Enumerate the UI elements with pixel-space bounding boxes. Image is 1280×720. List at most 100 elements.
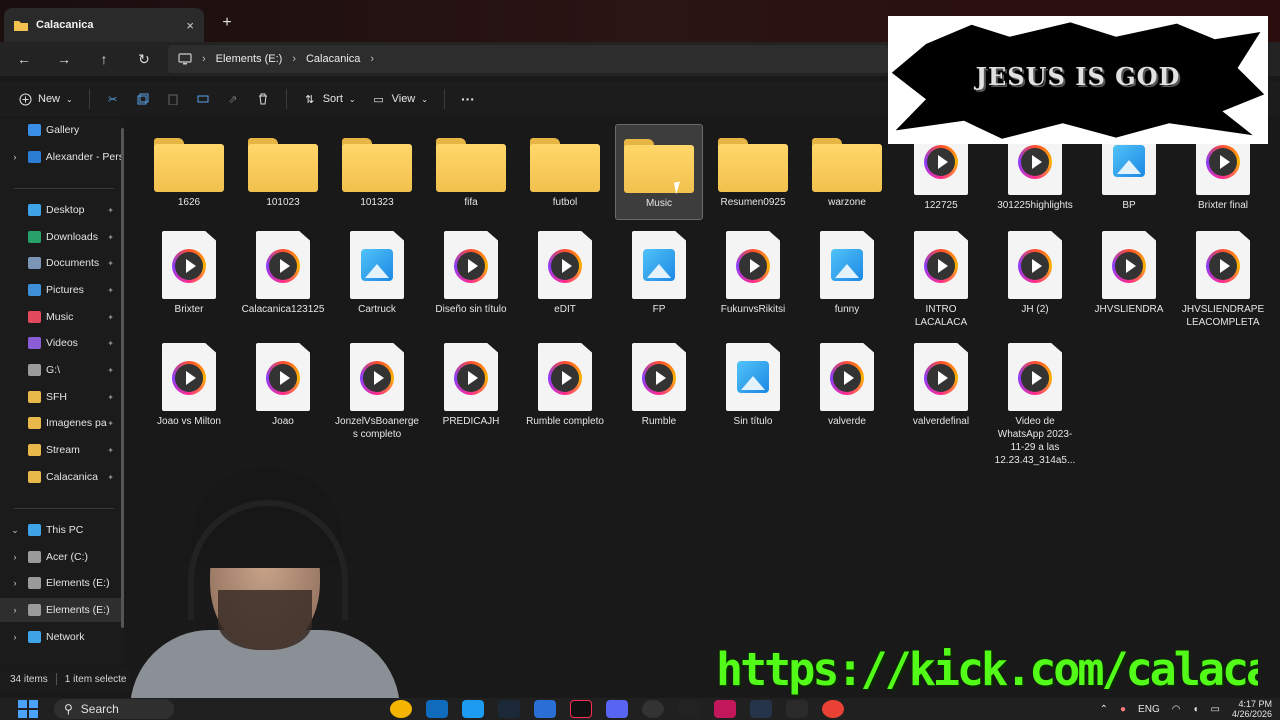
- address-bar[interactable]: › Elements (E:) › Calacanica ›: [168, 45, 888, 73]
- file-item[interactable]: JH (2): [991, 228, 1079, 316]
- breadcrumb-calacanica[interactable]: Calacanica: [306, 53, 360, 65]
- refresh-button[interactable]: ↻: [124, 44, 164, 74]
- file-item[interactable]: Diseño sin título: [427, 228, 515, 316]
- sidebar-item[interactable]: Imagenes pa ✦: [0, 411, 124, 435]
- share-button[interactable]: ⇗: [218, 85, 248, 113]
- forward-button[interactable]: →: [44, 44, 84, 74]
- file-item[interactable]: FP: [615, 228, 703, 316]
- sidebar-item[interactable]: › Alexander - Pers: [0, 145, 124, 169]
- clock[interactable]: 4:17 PM 4/26/2026: [1232, 699, 1272, 719]
- folder-item[interactable]: warzone: [803, 124, 891, 220]
- file-item[interactable]: Calacanica123125: [239, 228, 327, 316]
- chevron-up-icon[interactable]: ⌃: [1100, 704, 1108, 715]
- app-icon[interactable]: [534, 700, 556, 718]
- folder-item[interactable]: Music: [615, 124, 703, 220]
- sidebar-item[interactable]: Downloads ✦: [0, 225, 124, 249]
- folder-item[interactable]: 101023: [239, 124, 327, 220]
- sidebar-item[interactable]: Stream ✦: [0, 438, 124, 462]
- epic-games-icon[interactable]: [678, 700, 700, 718]
- file-item[interactable]: PREDICAJH: [427, 340, 515, 428]
- notion-icon[interactable]: [786, 700, 808, 718]
- sidebar-item[interactable]: Documents ✦: [0, 251, 124, 275]
- file-item[interactable]: Joao: [239, 340, 327, 428]
- folder-item[interactable]: fifa: [427, 124, 515, 220]
- sidebar-item[interactable]: › Elements (E:): [0, 598, 124, 622]
- rename-button[interactable]: [188, 85, 218, 113]
- file-item[interactable]: JHVSLIENDRA: [1085, 228, 1173, 316]
- file-item[interactable]: INTRO LACALACA: [897, 228, 985, 329]
- sidebar-item[interactable]: › Elements (E:): [0, 571, 124, 595]
- chevron-icon[interactable]: ›: [8, 605, 22, 615]
- chevron-icon[interactable]: ›: [8, 552, 22, 562]
- file-name: Video de WhatsApp 2023-11-29 a las 12.23…: [994, 416, 1076, 466]
- file-item[interactable]: valverdefinal: [897, 340, 985, 428]
- breadcrumb-elements[interactable]: Elements (E:): [216, 53, 283, 65]
- breadcrumb-separator[interactable]: ›: [370, 53, 374, 65]
- file-item[interactable]: Joao vs Milton: [145, 340, 233, 428]
- tab-calacanica[interactable]: Calacanica ×: [4, 8, 204, 42]
- file-item[interactable]: Sin título: [709, 340, 797, 428]
- discord-icon[interactable]: [606, 700, 628, 718]
- folder-item[interactable]: Resumen0925: [709, 124, 797, 220]
- sidebar-item[interactable]: Gallery: [0, 118, 124, 142]
- file-item[interactable]: valverde: [803, 340, 891, 428]
- folder-item[interactable]: 1626: [145, 124, 233, 220]
- cut-button[interactable]: ✂: [98, 85, 128, 113]
- folder-item[interactable]: futbol: [521, 124, 609, 220]
- sidebar-item[interactable]: Music ✦: [0, 305, 124, 329]
- sidebar-item[interactable]: SFH ✦: [0, 385, 124, 409]
- microphone-icon[interactable]: ●: [1120, 704, 1126, 715]
- up-button[interactable]: ↑: [84, 44, 124, 74]
- sidebar-item[interactable]: › Network: [0, 625, 124, 649]
- obs-icon[interactable]: [642, 700, 664, 718]
- folder-item[interactable]: 101323: [333, 124, 421, 220]
- sort-button[interactable]: ⇅ Sort ⌄: [295, 85, 364, 113]
- paste-button[interactable]: [158, 85, 188, 113]
- back-button[interactable]: ←: [4, 44, 44, 74]
- chevron-icon[interactable]: ›: [8, 152, 22, 162]
- app-icon[interactable]: [714, 700, 736, 718]
- file-item[interactable]: JHVSLIENDRAPELEACOMPLETA: [1179, 228, 1267, 329]
- sidebar-item[interactable]: Pictures ✦: [0, 278, 124, 302]
- file-item[interactable]: Rumble completo: [521, 340, 609, 428]
- copy-button[interactable]: [128, 85, 158, 113]
- amazon-music-icon[interactable]: [750, 700, 772, 718]
- new-tab-button[interactable]: +: [219, 14, 235, 34]
- file-item[interactable]: JonzelVsBoanerges completo: [333, 340, 421, 441]
- chrome-icon[interactable]: [822, 700, 844, 718]
- chevron-icon[interactable]: ›: [8, 632, 22, 642]
- sidebar-item[interactable]: Desktop ✦: [0, 198, 124, 222]
- store-icon[interactable]: [426, 700, 448, 718]
- file-item[interactable]: Brixter: [145, 228, 233, 316]
- battery-icon[interactable]: ▭: [1211, 704, 1220, 715]
- wifi-icon[interactable]: ◠: [1172, 704, 1181, 715]
- file-item[interactable]: Video de WhatsApp 2023-11-29 a las 12.23…: [991, 340, 1079, 467]
- sidebar-item[interactable]: Calacanica ✦: [0, 465, 124, 489]
- file-item[interactable]: Rumble: [615, 340, 703, 428]
- file-item[interactable]: eDIT: [521, 228, 609, 316]
- steam-icon[interactable]: [498, 700, 520, 718]
- video-file-icon: [914, 231, 968, 299]
- chevron-icon[interactable]: ›: [8, 578, 22, 588]
- sidebar-scrollbar[interactable]: [121, 128, 124, 628]
- chrome-icon[interactable]: [390, 700, 412, 718]
- more-options-button[interactable]: ···: [453, 85, 483, 113]
- file-item[interactable]: funny: [803, 228, 891, 316]
- sidebar-item[interactable]: › Acer (C:): [0, 545, 124, 569]
- sidebar-item[interactable]: Videos ✦: [0, 331, 124, 355]
- file-item[interactable]: FukunvsRikitsi: [709, 228, 797, 316]
- delete-button[interactable]: [248, 85, 278, 113]
- sidebar-item[interactable]: ⌄ This PC: [0, 518, 124, 542]
- chevron-icon[interactable]: ⌄: [8, 525, 22, 536]
- sidebar-item[interactable]: G:\ ✦: [0, 358, 124, 382]
- tiktok-icon[interactable]: [570, 700, 592, 718]
- start-button[interactable]: [18, 700, 38, 718]
- file-item[interactable]: Cartruck: [333, 228, 421, 316]
- new-button[interactable]: New ⌄: [10, 85, 81, 113]
- view-button[interactable]: ▭ View ⌄: [364, 85, 436, 113]
- language-indicator[interactable]: ENG: [1138, 704, 1160, 715]
- twitter-icon[interactable]: [462, 700, 484, 718]
- taskbar-search[interactable]: ⚲ Search: [54, 699, 174, 719]
- close-tab-button[interactable]: ×: [186, 18, 194, 33]
- volume-icon[interactable]: ◖: [1192, 704, 1198, 715]
